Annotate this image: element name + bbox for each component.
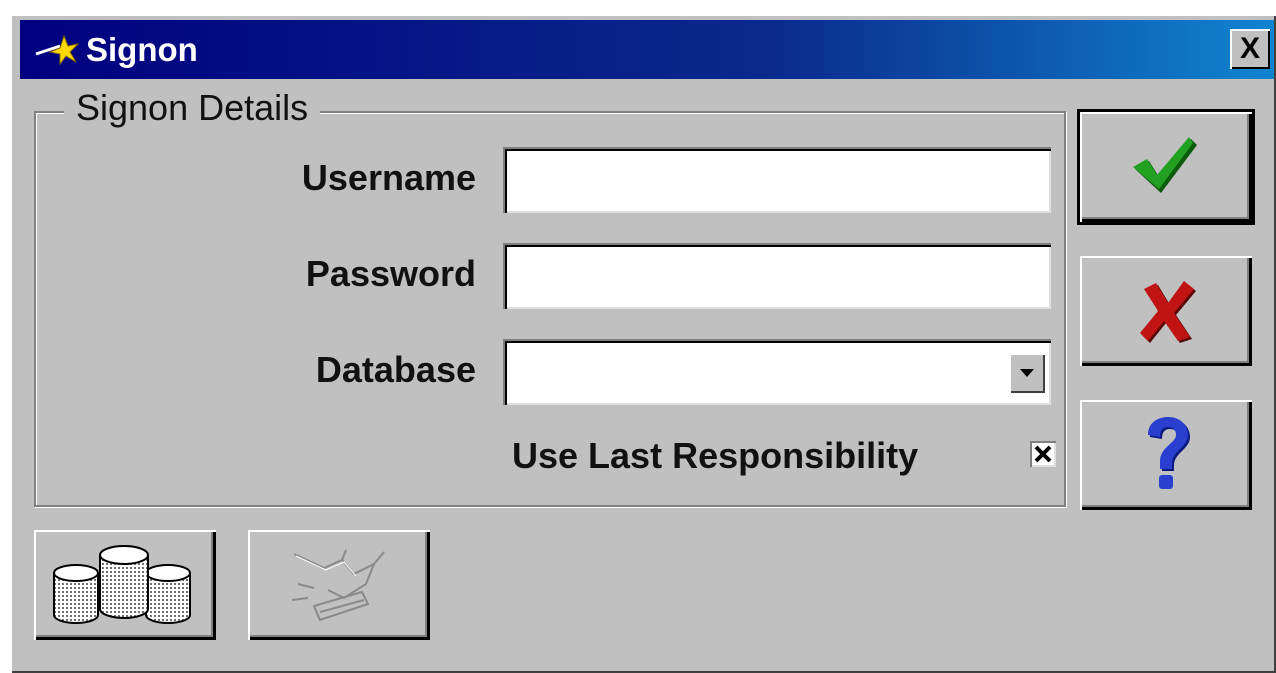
group-title: Signon Details (64, 87, 321, 129)
cancel-button[interactable] (1080, 256, 1252, 366)
database-select[interactable] (503, 339, 1051, 405)
title-bar: Signon X (20, 20, 1274, 79)
use-last-responsibility-label: Use Last Responsibility (512, 435, 919, 476)
app-icon (35, 34, 80, 65)
window-title: Signon (86, 30, 198, 68)
hand-keyboard-icon (291, 549, 385, 622)
database-button[interactable] (34, 530, 216, 640)
username-field[interactable] (503, 147, 1051, 213)
username-label: Username (301, 157, 476, 198)
check-icon (1133, 137, 1197, 193)
ok-button[interactable] (1077, 109, 1255, 225)
password-label: Password (305, 253, 476, 294)
close-icon: X (1239, 32, 1260, 65)
chevron-down-icon (1020, 369, 1034, 377)
signon-details-group: Signon Details Username Password Databas… (34, 87, 1066, 507)
database-label: Database (315, 349, 476, 390)
password-field[interactable] (503, 243, 1051, 309)
dropdown-button[interactable] (1009, 353, 1045, 393)
signon-window: Signon X Signon Details Username Passwor… (10, 14, 1276, 673)
disabled-action-button[interactable] (248, 530, 430, 640)
checkmark-x-icon (1034, 445, 1052, 463)
x-icon (1140, 281, 1196, 343)
help-button[interactable] (1080, 400, 1252, 510)
use-last-responsibility-checkbox[interactable] (1030, 441, 1056, 467)
close-button[interactable]: X (1230, 29, 1270, 69)
question-icon (1148, 417, 1190, 489)
database-icon (53, 545, 191, 624)
